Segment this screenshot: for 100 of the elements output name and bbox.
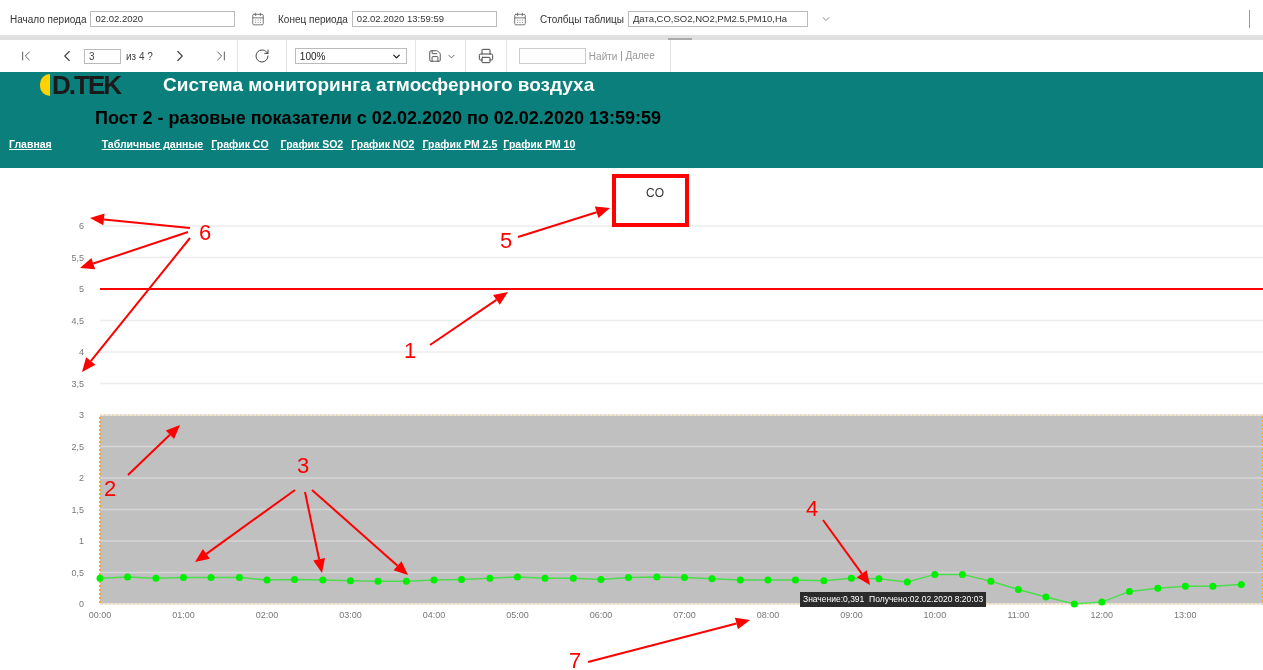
logo: D.TEK: [40, 72, 145, 98]
data-point[interactable]: [1125, 587, 1133, 595]
data-point[interactable]: [1070, 600, 1078, 608]
data-point[interactable]: [597, 575, 605, 583]
x-axis-label: 12:00: [1090, 610, 1114, 620]
data-point[interactable]: [291, 575, 299, 583]
y-axis-label: 4: [79, 347, 84, 357]
calendar-icon[interactable]: [251, 12, 266, 26]
data-point[interactable]: [263, 576, 271, 584]
nav-link[interactable]: График PM 10: [503, 137, 576, 153]
page-count: из 4 ?: [126, 49, 153, 64]
x-axis-label: 05:00: [506, 610, 529, 620]
callout-number: 1: [403, 338, 417, 363]
data-point[interactable]: [541, 574, 549, 582]
x-axis-label: 10:00: [923, 610, 947, 620]
y-axis-label: 3,5: [71, 378, 84, 389]
data-point[interactable]: [96, 574, 104, 582]
data-point[interactable]: [235, 574, 243, 582]
x-axis-label: 11:00: [1007, 610, 1030, 620]
input-field[interactable]: 02.02.2020: [90, 11, 236, 27]
x-axis-label: 00:00: [88, 610, 112, 620]
next-button[interactable]: Далее: [621, 51, 655, 61]
data-point[interactable]: [1098, 598, 1106, 606]
data-point[interactable]: [374, 577, 382, 585]
nav-link[interactable]: График SO2: [280, 137, 344, 153]
x-axis-label: 04:00: [422, 610, 446, 620]
callout-arrow: [127, 425, 180, 476]
y-axis-label: 2,5: [71, 441, 84, 452]
nav-link[interactable]: График NO2: [351, 137, 415, 153]
data-point[interactable]: [625, 574, 632, 582]
nav-link[interactable]: Главная: [9, 137, 52, 153]
data-point[interactable]: [513, 573, 521, 581]
x-axis-label: 01:00: [172, 610, 195, 620]
callout-number: 2: [103, 476, 117, 501]
tooltip: Значение:0,391 Получено:02.02.2020 8:20:03: [800, 592, 987, 607]
y-axis-label: 0,5: [71, 567, 84, 578]
data-point[interactable]: [1014, 586, 1022, 593]
data-point[interactable]: [152, 574, 160, 582]
print-icon[interactable]: [477, 48, 494, 64]
callout-arrow: [822, 519, 870, 585]
data-point[interactable]: [931, 570, 939, 578]
calendar-icon[interactable]: [512, 12, 527, 26]
data-point[interactable]: [958, 570, 966, 578]
data-point[interactable]: [346, 577, 354, 585]
input-field[interactable]: Дата,CO,SO2,NO2,PM2.5,PM10,На: [627, 11, 808, 27]
nav-link[interactable]: График CO: [211, 137, 269, 153]
data-point[interactable]: [708, 575, 716, 583]
data-point[interactable]: [987, 577, 995, 585]
callout-number: 3: [296, 453, 310, 478]
data-point[interactable]: [736, 576, 744, 584]
callout-number: 5: [499, 228, 513, 253]
chart-title: CO: [646, 186, 664, 200]
data-point[interactable]: [1154, 584, 1162, 592]
data-point[interactable]: [1209, 582, 1217, 590]
y-axis-label: 1: [79, 536, 84, 546]
data-point[interactable]: [430, 576, 438, 584]
find-button[interactable]: Найти: [588, 48, 622, 64]
refresh-icon[interactable]: [253, 48, 270, 64]
logo-mark: [40, 74, 50, 96]
data-point[interactable]: [764, 576, 772, 584]
zoom-select[interactable]: 100%: [294, 48, 407, 64]
data-point[interactable]: [680, 574, 688, 582]
save-icon[interactable]: [427, 49, 442, 63]
data-point[interactable]: [653, 573, 661, 581]
data-point[interactable]: [319, 576, 327, 584]
callout-number: 6: [198, 220, 212, 245]
find-field[interactable]: [518, 48, 586, 64]
data-point[interactable]: [820, 577, 828, 585]
data-point[interactable]: [402, 577, 410, 585]
data-point[interactable]: [486, 574, 494, 582]
splitter-handle[interactable]: [668, 38, 692, 40]
data-point[interactable]: [569, 574, 577, 582]
data-point[interactable]: [124, 573, 132, 581]
y-axis-label: 4,5: [71, 315, 84, 326]
data-point[interactable]: [875, 575, 883, 583]
data-point[interactable]: [1237, 580, 1245, 588]
y-axis-label: 5: [79, 284, 84, 294]
report-subtitle: Пост 2 - разовые показатели с 02.02.2020 по 02.02.2020 13:59:59: [95, 107, 662, 129]
x-axis-label: 07:00: [673, 610, 696, 620]
data-point[interactable]: [1042, 593, 1050, 601]
input-field[interactable]: 02.02.2020 13:59:59: [351, 11, 497, 27]
page-field[interactable]: 3: [84, 48, 121, 64]
data-point[interactable]: [458, 575, 465, 583]
data-point[interactable]: [207, 574, 215, 582]
x-axis-label: 03:00: [339, 610, 362, 620]
nav-link[interactable]: Табличные данные: [101, 137, 204, 153]
x-axis-label: 09:00: [840, 610, 863, 620]
data-point[interactable]: [180, 574, 187, 582]
y-axis-label: 1,5: [71, 504, 84, 515]
y-axis-label: 0: [79, 599, 84, 609]
data-point[interactable]: [1181, 582, 1189, 590]
x-axis-label: 06:00: [589, 610, 613, 620]
data-point[interactable]: [847, 574, 855, 582]
data-point[interactable]: [903, 578, 911, 586]
field-label: Конец периода: [278, 12, 348, 27]
callout-number: 4: [805, 496, 819, 521]
nav-link[interactable]: График PM 2.5: [422, 137, 498, 153]
x-axis-label: 13:00: [1174, 610, 1197, 620]
data-point[interactable]: [791, 576, 799, 584]
y-axis-label: 6: [79, 221, 84, 231]
